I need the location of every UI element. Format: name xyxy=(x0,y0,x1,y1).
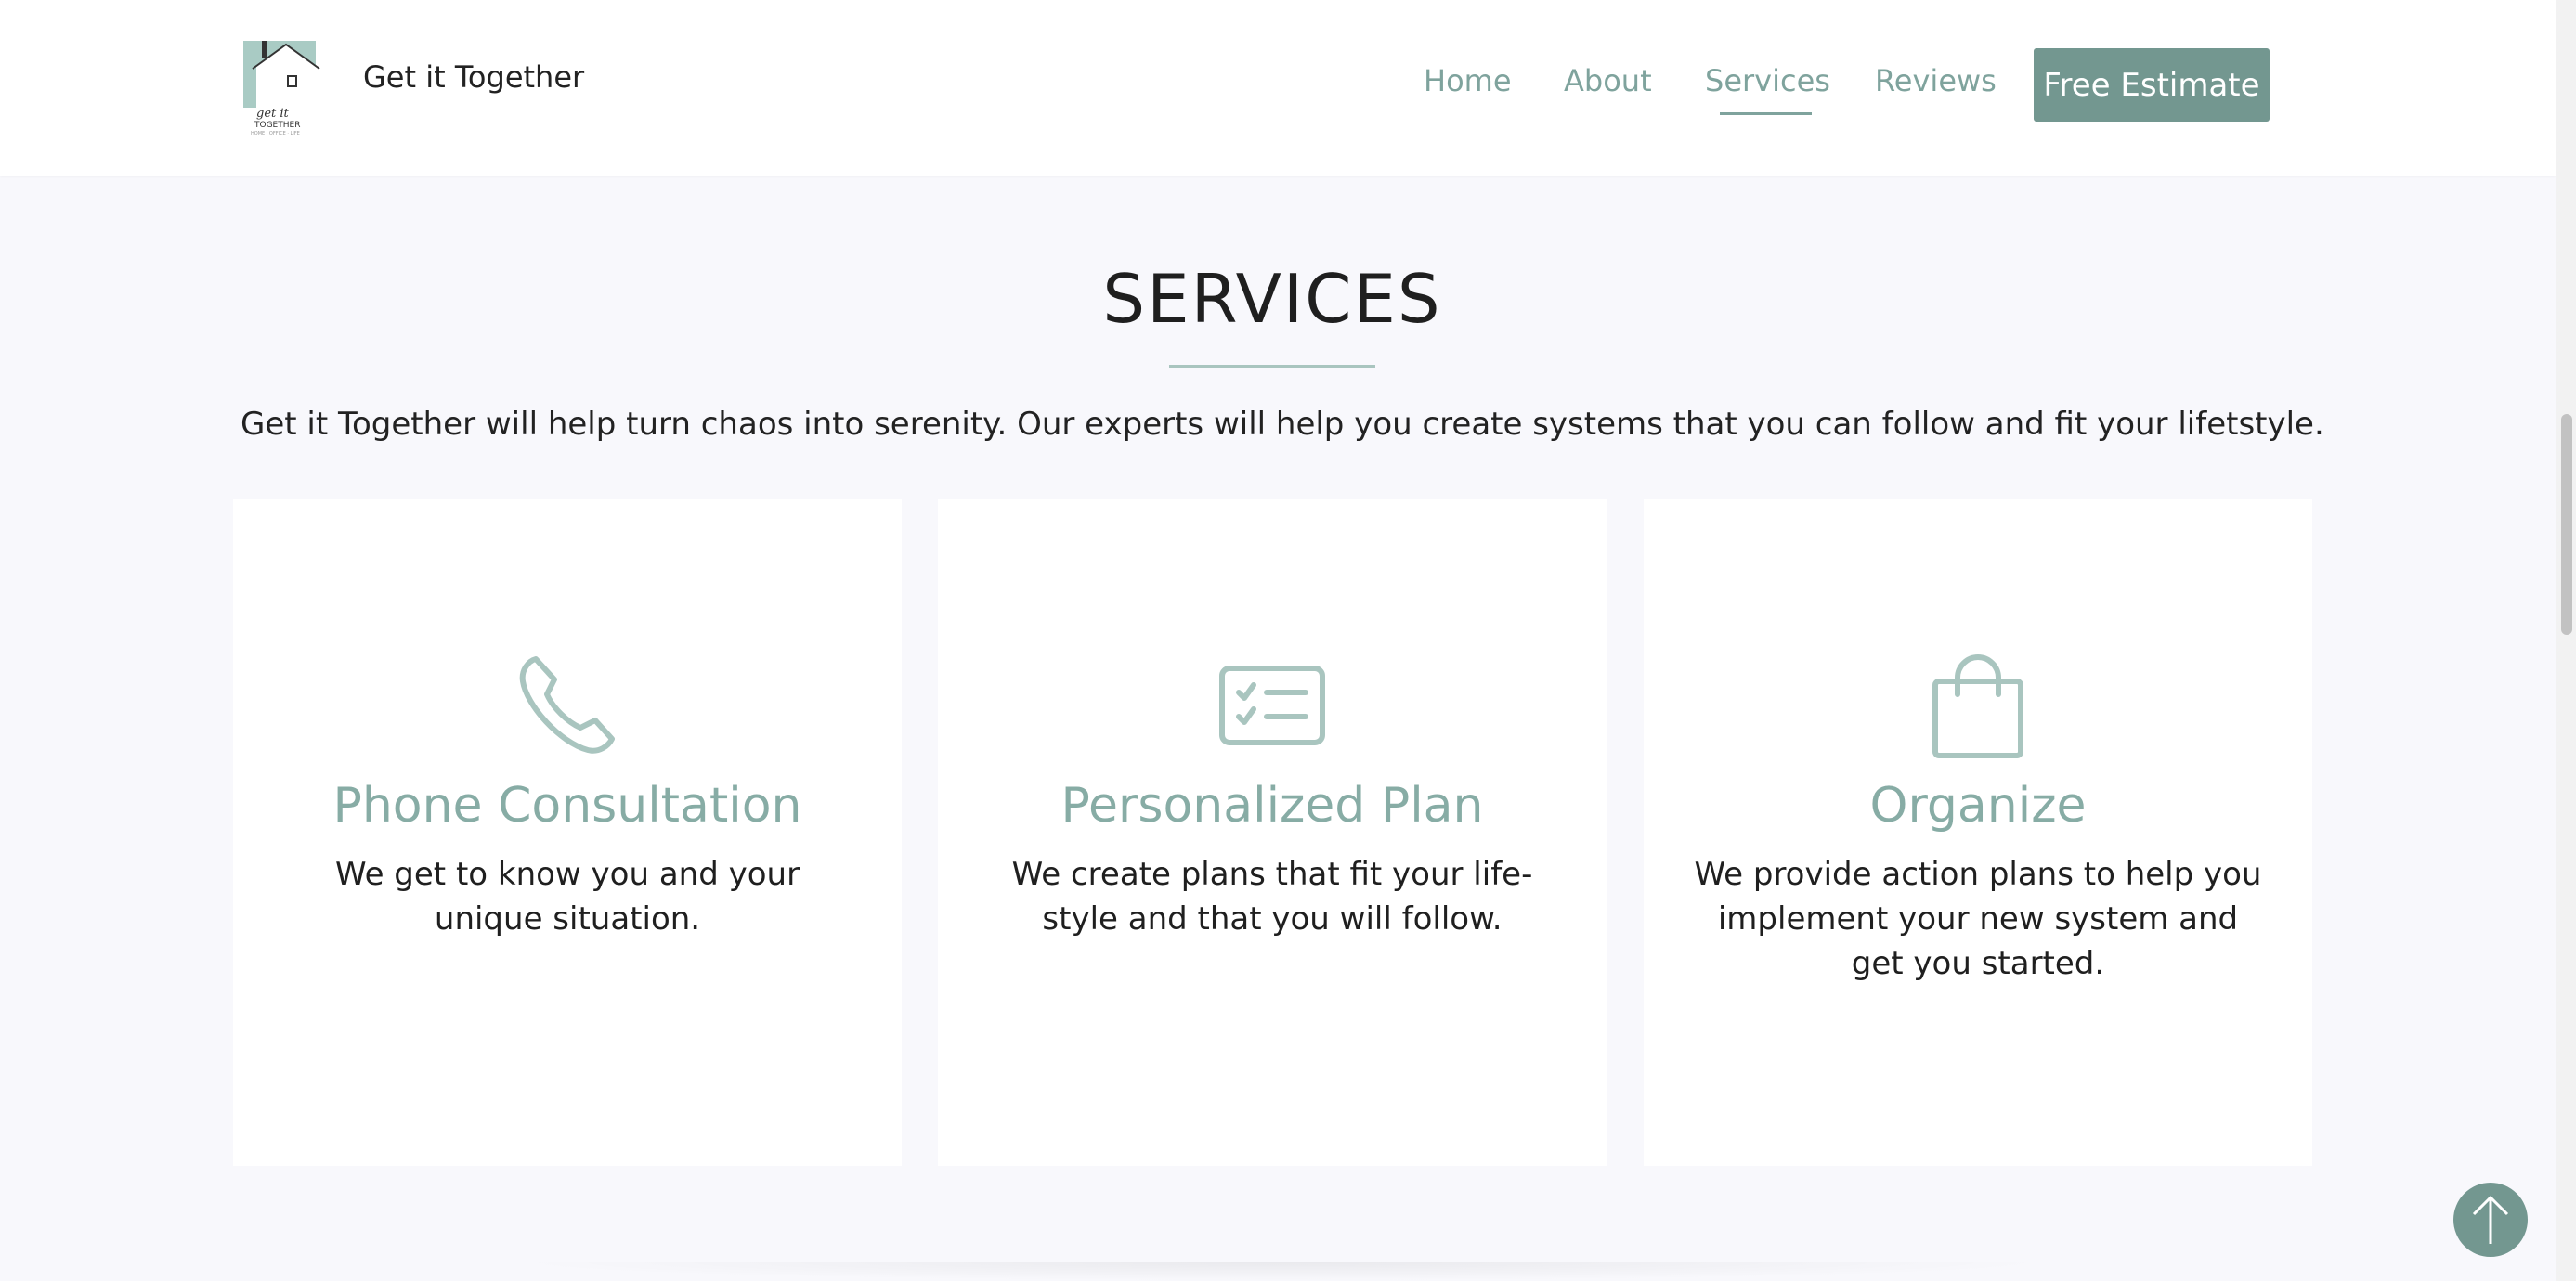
section-intro: Get it Together will help turn chaos int… xyxy=(241,406,2324,443)
back-to-top-button[interactable] xyxy=(2453,1183,2528,1257)
shopping-bag-icon xyxy=(1932,653,2023,758)
svg-text:get it: get it xyxy=(256,107,290,121)
card-title: Personalized Plan xyxy=(1060,778,1484,834)
scrollbar-thumb[interactable] xyxy=(2561,414,2572,635)
card-title: Organize xyxy=(1869,778,2087,834)
service-card-personalized-plan: Personalized Plan We create plans that f… xyxy=(938,499,1607,1166)
site-name[interactable]: Get it Together xyxy=(363,59,584,95)
free-estimate-button[interactable]: Free Estimate xyxy=(2034,48,2270,122)
active-nav-indicator xyxy=(1720,112,1812,115)
card-description: We create plans that fit your life-style… xyxy=(1011,856,1533,938)
card-description: We provide action plans to help you impl… xyxy=(1694,856,2262,982)
card-title: Phone Consultation xyxy=(332,778,802,834)
site-header: get it TOGETHER HOME · OFFICE · LIFE Get… xyxy=(0,0,2556,176)
svg-text:HOME · OFFICE · LIFE: HOME · OFFICE · LIFE xyxy=(251,131,300,136)
service-card-phone-consultation: Phone Consultation We get to know you an… xyxy=(233,499,902,1166)
nav-reviews[interactable]: Reviews xyxy=(1875,63,1997,98)
phone-icon xyxy=(519,656,615,754)
svg-text:TOGETHER: TOGETHER xyxy=(254,121,300,130)
nav-services[interactable]: Services xyxy=(1705,63,1830,98)
next-section-shadow xyxy=(501,1262,2062,1281)
title-divider xyxy=(1169,365,1375,368)
nav-about[interactable]: About xyxy=(1564,63,1652,98)
service-card-organize: Organize We provide action plans to help… xyxy=(1644,499,2312,1166)
section-title: SERVICES xyxy=(1102,260,1442,338)
checklist-icon xyxy=(1219,666,1325,745)
house-logo-icon[interactable]: get it TOGETHER HOME · OFFICE · LIFE xyxy=(243,39,334,136)
scrollbar-track[interactable] xyxy=(2556,0,2576,1281)
card-description: We get to know you and your unique situa… xyxy=(334,856,800,938)
arrow-up-icon xyxy=(2472,1196,2509,1244)
nav-home[interactable]: Home xyxy=(1424,63,1512,98)
